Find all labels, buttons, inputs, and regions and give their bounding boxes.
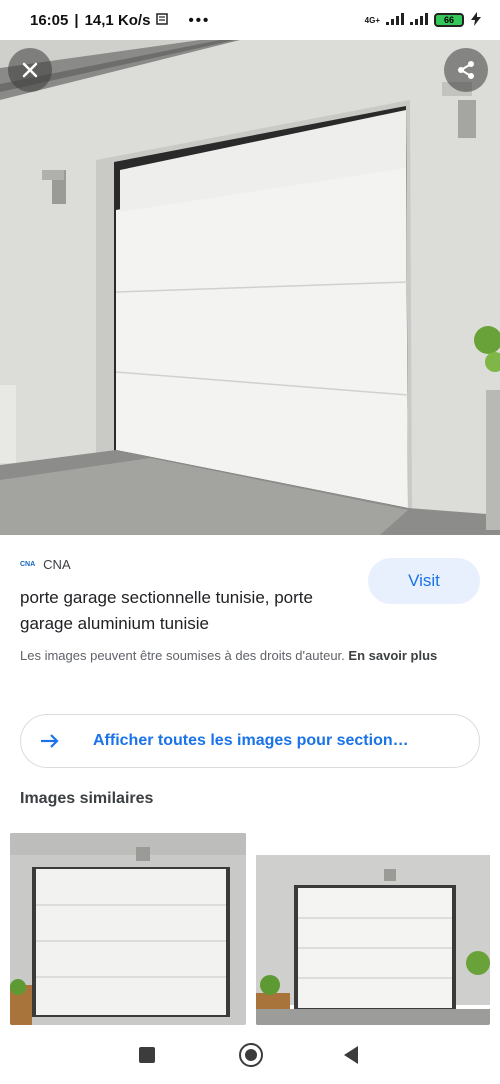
status-time: 16:05 [30,11,69,29]
copyright-text: Les images peuvent être soumises à des d… [20,648,345,663]
signal-icon-2 [410,12,428,28]
close-icon [21,61,39,79]
similar-garage-photo-1 [10,833,246,1025]
source-name: CNA [43,557,71,572]
similar-garage-photo-2 [256,833,490,1025]
charging-icon [470,11,482,29]
show-all-images-button[interactable]: Afficher toutes les images pour section… [20,714,480,768]
close-button[interactable] [8,48,52,92]
square-icon[interactable] [139,1047,155,1063]
battery-icon: 66 [434,13,464,27]
copyright-notice: Les images peuvent être soumises à des d… [20,644,480,667]
signal-icon [386,12,404,28]
arrow-right-icon [39,730,61,752]
learn-more-link[interactable]: En savoir plus [348,648,437,663]
share-button[interactable] [444,48,488,92]
similar-images-heading: Images similaires [20,790,154,807]
share-icon [456,60,476,80]
notification-icon [156,12,169,29]
network-type-label: 4G+ [364,15,380,25]
status-bar: 16:05 | 14,1 Ko/s ••• 4G+ 66 [0,0,500,40]
hero-image[interactable] [0,40,500,535]
show-all-label: Afficher toutes les images pour section… [93,732,409,749]
circle-icon[interactable] [239,1043,263,1067]
result-title[interactable]: porte garage sectionnelle tunisie, porte… [20,585,360,637]
battery-level: 66 [443,15,454,25]
status-right: 4G+ 66 [364,11,482,29]
similar-image-thumbnail[interactable] [256,833,490,1025]
status-speed: 14,1 Ko/s [84,11,151,29]
source-logo: CNA [20,561,36,568]
visit-button[interactable]: Visit [368,558,480,604]
more-notifications-icon: ••• [188,11,211,29]
system-nav-bar [0,1026,500,1084]
source-row[interactable]: CNA CNA [20,557,71,572]
triangle-back-icon[interactable] [344,1046,358,1064]
garage-door-photo [0,40,500,535]
similar-image-thumbnail[interactable] [10,833,246,1025]
status-left: 16:05 | 14,1 Ko/s ••• [30,11,211,29]
